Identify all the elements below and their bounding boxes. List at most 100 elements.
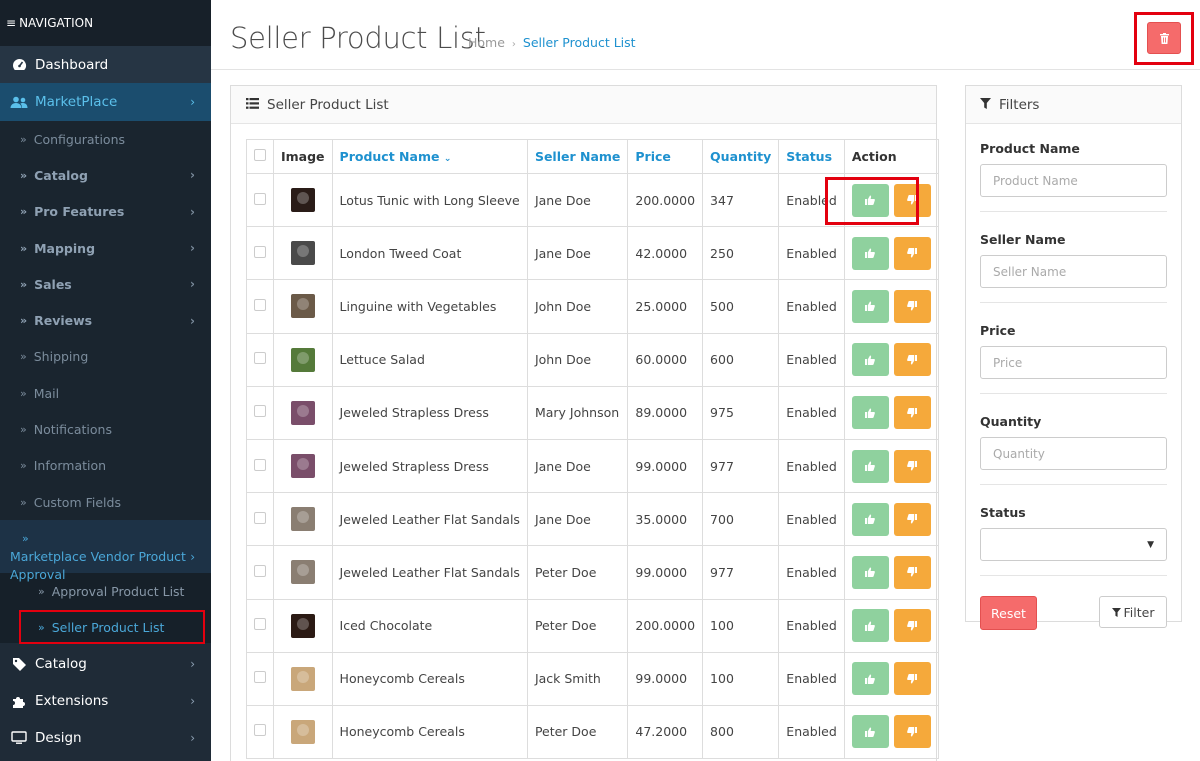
row-checkbox[interactable] bbox=[254, 564, 266, 577]
approve-button[interactable] bbox=[851, 555, 889, 589]
disapprove-button[interactable] bbox=[893, 662, 931, 696]
price: 60.0000 bbox=[627, 332, 704, 387]
product-image-cell bbox=[273, 385, 333, 440]
sidebar-item-seller-product-list[interactable]: » Seller Product List bbox=[19, 610, 205, 645]
page-header: Seller Product List Home › Seller Produc… bbox=[211, 0, 1200, 70]
action-buttons-highlight bbox=[825, 177, 919, 225]
approve-button[interactable] bbox=[851, 236, 889, 270]
price: 99.0000 bbox=[627, 545, 704, 600]
col-status[interactable]: Status bbox=[778, 139, 845, 174]
table-row: Iced Chocolate Peter Doe 200.0000 100 Enable… bbox=[246, 598, 939, 653]
row-checkbox[interactable] bbox=[254, 724, 266, 737]
sidebar-item-dashboard[interactable]: Dashboard bbox=[0, 46, 211, 83]
sidebar-item-pro-features[interactable]: » Pro Features › bbox=[0, 194, 211, 230]
filter-seller-name-input[interactable]: Seller Name bbox=[980, 255, 1167, 288]
filter-label-seller-name: Seller Name bbox=[980, 232, 1066, 247]
sidebar-item-reviews[interactable]: » Reviews › bbox=[0, 302, 211, 338]
disapprove-button[interactable] bbox=[893, 343, 931, 377]
row-checkbox[interactable] bbox=[254, 458, 266, 471]
navigation-heading[interactable]: ≡ NAVIGATION bbox=[0, 0, 211, 46]
quantity: 977 bbox=[702, 438, 780, 494]
product-name: Iced Chocolate bbox=[331, 598, 528, 653]
disapprove-button[interactable] bbox=[893, 502, 931, 536]
col-seller-name[interactable]: Seller Name bbox=[526, 139, 629, 174]
action-cell bbox=[843, 651, 939, 706]
thumbs-up-icon bbox=[865, 461, 876, 472]
sidebar-item-configurations[interactable]: » Configurations bbox=[0, 121, 211, 157]
table-row: Lettuce Salad John Doe 60.0000 600 Enabled bbox=[246, 332, 939, 387]
filter-product-name-input[interactable]: Product Name bbox=[980, 164, 1167, 197]
sidebar-item-notifications[interactable]: » Notifications bbox=[0, 411, 211, 447]
select-all-checkbox[interactable] bbox=[254, 149, 266, 161]
row-checkbox[interactable] bbox=[254, 671, 266, 684]
table-row: Jeweled Leather Flat Sandals Peter Doe 99.… bbox=[246, 545, 939, 600]
delete-button[interactable] bbox=[1147, 22, 1181, 54]
reset-button[interactable]: Reset bbox=[980, 596, 1037, 630]
row-checkbox[interactable] bbox=[254, 405, 266, 418]
table-row: London Tweed Coat Jane Doe 42.0000 250 Enabl… bbox=[246, 226, 939, 281]
filter-price-input[interactable]: Price bbox=[980, 346, 1167, 379]
approve-button[interactable] bbox=[851, 343, 889, 377]
sidebar-item-information[interactable]: » Information bbox=[0, 448, 211, 484]
product-name: London Tweed Coat bbox=[331, 226, 528, 281]
puzzle-icon bbox=[10, 694, 28, 708]
disapprove-button[interactable] bbox=[893, 289, 931, 323]
action-cell bbox=[843, 385, 939, 440]
sidebar-item-marketplace-vendor-product-approval[interactable]: » Marketplace Vendor Product Approval › bbox=[0, 520, 211, 582]
approve-button[interactable] bbox=[851, 502, 889, 536]
filter-status-group: Status ▼ bbox=[966, 505, 1181, 576]
sidebar-item-marketplace[interactable]: MarketPlace › bbox=[0, 83, 211, 121]
status: Enabled bbox=[778, 226, 845, 281]
disapprove-button[interactable] bbox=[893, 236, 931, 270]
disapprove-button[interactable] bbox=[893, 396, 931, 430]
sidebar-item-catalog[interactable]: » Catalog › bbox=[0, 157, 211, 193]
sidebar-item-design[interactable]: Design › bbox=[0, 719, 211, 756]
price: 99.0000 bbox=[627, 438, 704, 494]
disapprove-button[interactable] bbox=[893, 449, 931, 483]
col-price[interactable]: Price bbox=[627, 139, 704, 174]
thumbs-up-icon bbox=[865, 301, 876, 312]
sidebar-item-mail[interactable]: » Mail bbox=[0, 375, 211, 411]
sidebar-item-sales[interactable]: » Sales › bbox=[0, 266, 211, 302]
approve-button[interactable] bbox=[851, 715, 889, 749]
approve-button[interactable] bbox=[851, 662, 889, 696]
disapprove-button[interactable] bbox=[893, 715, 931, 749]
price: 200.0000 bbox=[627, 598, 704, 653]
breadcrumb-current[interactable]: Seller Product List bbox=[523, 35, 636, 50]
quantity: 975 bbox=[702, 385, 780, 440]
product-thumbnail bbox=[288, 611, 317, 640]
sidebar-item-custom-fields[interactable]: » Custom Fields bbox=[0, 484, 211, 520]
disapprove-button[interactable] bbox=[893, 609, 931, 643]
select-all-cell bbox=[246, 139, 274, 174]
approve-button[interactable] bbox=[851, 289, 889, 323]
row-checkbox[interactable] bbox=[254, 245, 266, 258]
approve-button[interactable] bbox=[851, 396, 889, 430]
disapprove-button[interactable] bbox=[893, 555, 931, 589]
sidebar-item-shipping[interactable]: » Shipping bbox=[0, 339, 211, 375]
action-cell bbox=[843, 704, 939, 760]
row-checkbox[interactable] bbox=[254, 618, 266, 631]
approve-button[interactable] bbox=[851, 449, 889, 483]
col-quantity[interactable]: Quantity bbox=[702, 139, 780, 174]
row-checkbox[interactable] bbox=[254, 192, 266, 205]
sidebar-item-mapping[interactable]: » Mapping › bbox=[0, 230, 211, 266]
col-product-name[interactable]: Product Name ⌄ bbox=[331, 139, 528, 174]
row-checkbox[interactable] bbox=[254, 298, 266, 311]
row-select-cell bbox=[246, 651, 274, 706]
filter-button[interactable]: Filter bbox=[1099, 596, 1167, 628]
thumbs-up-icon bbox=[865, 727, 876, 737]
divider bbox=[980, 484, 1167, 485]
filter-quantity-input[interactable]: Quantity bbox=[980, 437, 1167, 470]
filter-status-select[interactable]: ▼ bbox=[980, 528, 1167, 561]
price: 99.0000 bbox=[627, 651, 704, 706]
sidebar-item-catalog[interactable]: Catalog › bbox=[0, 645, 211, 682]
thumbs-up-icon bbox=[865, 621, 876, 631]
row-checkbox[interactable] bbox=[254, 352, 266, 365]
row-select-cell bbox=[246, 704, 274, 760]
sidebar: ≡ NAVIGATION Dashboard MarketPlace › » Co… bbox=[0, 0, 211, 761]
breadcrumb-home[interactable]: Home bbox=[468, 35, 505, 50]
filters-panel: Filters Product Name Product Name Seller N… bbox=[965, 85, 1182, 630]
approve-button[interactable] bbox=[851, 609, 889, 643]
row-checkbox[interactable] bbox=[254, 511, 266, 524]
sidebar-item-extensions[interactable]: Extensions › bbox=[0, 682, 211, 719]
